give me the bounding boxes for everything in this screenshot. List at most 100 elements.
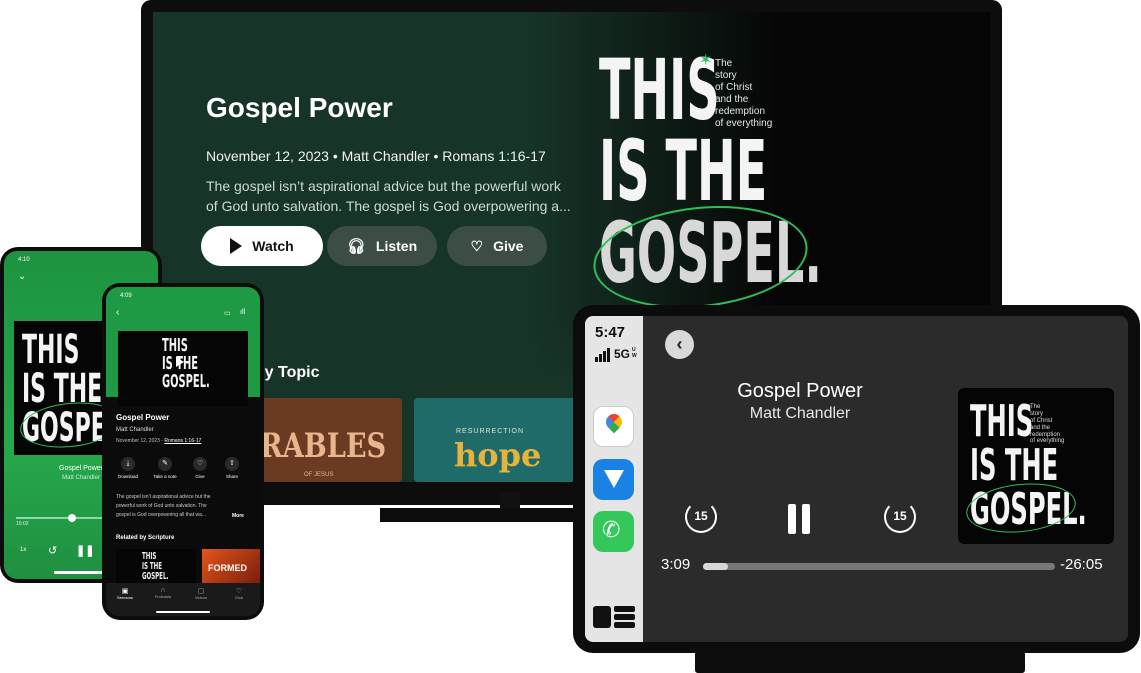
tab-podcasts[interactable]: ∩ Podcasts [152,587,174,599]
car-tag-5: redemption [1030,431,1061,438]
pf-note-label: Take a note [153,474,177,479]
tagline-6: of everything [715,118,773,129]
pf-related-card-1[interactable]: THIS IS THE GOSPEL. [116,549,196,583]
pb-rewind-icon[interactable]: ↺ [48,544,57,557]
tagline-5: redemption [715,106,766,117]
pause-bar [802,504,810,534]
pf-give-label: Give [195,474,205,479]
resurrection-tile-word: hope [454,436,542,474]
pf-description: The gospel isn’t aspirational advice but… [116,493,211,520]
maps-app-icon[interactable] [593,406,634,447]
parables-tile-title: RABLES [260,426,387,466]
tab-videos[interactable]: ▢ Videos [190,587,212,600]
skip-forward-15-button[interactable]: 15 [884,501,916,533]
tagline-2: story [715,70,737,81]
pf-cast-icon[interactable]: ▭ [224,309,231,317]
tv-title: Gospel Power [206,92,393,123]
car-tag-4: and the [1030,424,1051,431]
carplay-screen: 5:47 5G UW ✆ ‹ Gospel Power Matt Chandle… [585,316,1128,642]
car-cover-art: THIS IS THE GOSPEL. The story of Christ … [958,388,1114,544]
tab-give-label: Give [234,595,244,600]
pf-desc-1: The gospel isn’t aspirational advice but… [116,494,211,500]
pf-play-icon[interactable] [176,357,184,367]
network-sup: UW [632,347,637,359]
car-track-artist: Matt Chandler [749,405,851,422]
car-track-title: Gospel Power [737,380,863,402]
tv-desc-line-1: The gospel isn’t aspirational advice but… [206,178,561,194]
tab-give[interactable]: ♡ Give [228,587,250,600]
car-progress-bar[interactable] [703,563,1055,570]
pf-share-button[interactable]: ⇧ Share [222,457,242,479]
pause-button[interactable] [788,504,812,534]
pf-back-icon[interactable]: ‹ [116,307,119,318]
carplay-sidebar: 5:47 5G UW ✆ [585,316,643,642]
tv-cover-art: THIS IS THE GOSPEL. The story of Christ … [588,42,853,318]
listen-button[interactable]: 🎧︎ Listen [327,226,437,266]
download-icon: ⤓ [121,457,135,471]
tab-sermons-label: Sermons [116,595,133,600]
pf-formed-text: FORMED [208,563,247,573]
car-clock: 5:47 [595,324,626,341]
pf-tab-bar: ▣ Sermons ∩ Podcasts ▢ Videos ♡ Give [106,583,260,616]
pf-download-label: Download [118,474,139,479]
pb-clock: 4:10 [18,257,30,263]
tab-sermons[interactable]: ▣ Sermons [114,587,136,600]
tab-podcasts-label: Podcasts [154,594,172,599]
pf-rel-3: GOSPEL. [142,571,169,582]
resurrection-tile[interactable]: RESURRECTION hope [414,398,578,482]
skip-forward-label: 15 [893,509,907,523]
tab-videos-label: Videos [194,595,208,600]
pb-scrubber[interactable] [68,514,76,522]
car-remaining: -26:05 [1060,556,1103,573]
headphones-icon: ∩ [160,587,166,594]
car-progress-fill [703,563,728,570]
back-button[interactable]: ‹ [665,330,694,359]
tv-description: The gospel isn’t aspirational advice but… [206,176,571,216]
give-button[interactable]: ♡ Give [447,226,547,266]
watch-button[interactable]: Watch [201,226,323,266]
pb-speed[interactable]: 1x [20,547,26,553]
pf-related-card-2[interactable]: FORMED [202,549,260,583]
parables-tile-sub: OF JESUS [304,472,334,478]
pb-chevron-down-icon[interactable]: ⌄ [18,271,26,282]
pf-more-link[interactable]: More [232,513,244,519]
give-label: Give [493,238,524,254]
pf-note-button[interactable]: ✎ Take a note [152,457,178,479]
cover-tagline: The story of Christ and the redemption o… [715,58,772,130]
pencil-icon: ✎ [158,457,172,471]
chevron-left-icon: ‹ [676,334,683,354]
star-doodle-icon: ✶ [699,52,713,69]
pf-scripture-link[interactable]: Romans 1:16-17 [164,438,201,444]
dashboard-icon[interactable] [593,606,635,628]
give-hand-icon: ♡ [193,457,207,471]
car-elapsed: 3:09 [661,556,691,573]
pf-meta: November 12, 2023 - Romans 1:16-17 [116,438,201,444]
pb-pause-icon[interactable]: ❚❚ [76,544,94,557]
pf-download-button[interactable]: ⤓ Download [118,457,138,479]
tagline-1: The [715,58,733,69]
pf-meta-date: November 12, 2023 - [116,438,165,444]
car-tag-2: story [1030,410,1044,417]
vector-app-icon[interactable] [593,459,634,500]
tagline-4: and the [715,94,749,105]
pf-give-button[interactable]: ♡ Give [190,457,210,479]
skip-back-15-button[interactable]: 15 [685,501,717,533]
pf-artist: Matt Chandler [116,427,154,433]
play-icon [230,238,243,254]
pf-desc-3: gospel is God overpowering all that wa..… [116,512,207,518]
pf-home-indicator [156,611,210,613]
resurrection-tile-top: RESURRECTION [456,428,525,435]
watch-label: Watch [252,238,294,254]
listen-label: Listen [375,238,418,254]
pf-audio-icon[interactable]: ıll [240,309,245,316]
video-icon: ▢ [197,588,205,595]
give-tab-icon: ♡ [235,588,243,595]
phone-front-device: 4:09 ‹ ▭ ıll THIS IS THE GOSPEL. Gospel … [102,283,264,620]
give-hand-icon: ♡ [470,237,484,254]
cover-line-2: IS THE [599,122,768,221]
parables-tile[interactable]: RABLES OF JESUS [246,398,402,482]
phone-app-icon[interactable]: ✆ [593,511,634,552]
pf-title: Gospel Power [116,413,170,422]
skip-back-label: 15 [694,509,708,523]
pf-share-label: Share [225,474,238,479]
